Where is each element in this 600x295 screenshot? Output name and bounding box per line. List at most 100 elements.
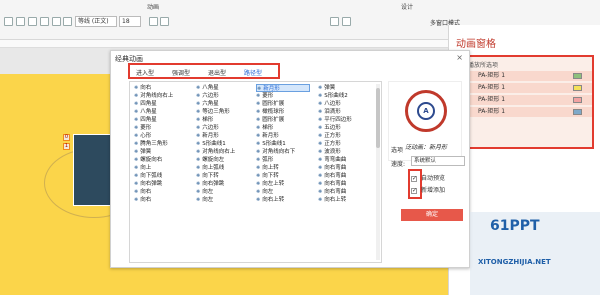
effect-item[interactable]: 心形 (134, 132, 188, 140)
effect-item[interactable]: 向左 (256, 188, 310, 196)
animation-tag-1[interactable]: 1 (63, 143, 70, 150)
effect-item[interactable]: 向右 (134, 196, 188, 204)
effect-item[interactable]: 腾角三角形 (134, 140, 188, 148)
effect-item[interactable]: S形曲线1 (196, 140, 250, 148)
effect-column: 新月形菱形圆形扩展橄榄球形圆形扩展梯形新月形S形曲线1对角线向右下弧形向上转向下… (256, 84, 310, 204)
effect-item[interactable]: 正方形 (318, 140, 372, 148)
new-add-checkbox[interactable] (411, 186, 417, 195)
font-size-select[interactable]: 18 (119, 16, 141, 27)
effect-item[interactable]: 向右上转 (256, 196, 310, 204)
animation-item[interactable]: PA-矩形 1 (464, 107, 592, 117)
effect-item[interactable]: 向下弧线 (134, 172, 188, 180)
effect-item[interactable]: 弧形 (256, 156, 310, 164)
effect-item[interactable]: 向右上转 (318, 196, 372, 204)
effect-item[interactable]: 泪滴形 (318, 108, 372, 116)
effect-item[interactable]: 新月形 (256, 132, 310, 140)
effect-item[interactable]: 螺旋向右 (134, 156, 188, 164)
new-add-option[interactable]: 新增添加 (411, 186, 445, 195)
effect-item[interactable]: 向上弧线 (196, 164, 250, 172)
animation-item[interactable]: PA-矩形 1 (464, 95, 592, 105)
shape-icon[interactable] (52, 17, 61, 26)
shrink-font-icon[interactable] (160, 17, 169, 26)
effect-item[interactable]: 向左 (196, 188, 250, 196)
effect-scroll-thumb[interactable] (376, 88, 380, 148)
auto-preview-checkbox[interactable] (411, 174, 417, 183)
effect-item[interactable]: 六边形 (196, 92, 250, 100)
preview-logo: A (405, 90, 447, 132)
effect-item[interactable]: 弹簧 (318, 84, 372, 92)
reset-icon[interactable] (63, 17, 72, 26)
effect-item[interactable]: 平行四边形 (318, 116, 372, 124)
effect-item[interactable]: 梯形 (196, 116, 250, 124)
effect-item[interactable]: 向右弯曲 (318, 172, 372, 180)
effect-item[interactable]: 向右 (134, 84, 188, 92)
effect-item[interactable]: 六角星 (196, 100, 250, 108)
effect-item[interactable]: 四角星 (134, 116, 188, 124)
grid-icon[interactable] (28, 17, 37, 26)
tab-design[interactable]: 设计 (401, 2, 413, 11)
effect-item[interactable]: S形曲线1 (256, 140, 310, 148)
effect-item[interactable]: 弯弯曲曲 (318, 156, 372, 164)
close-icon[interactable]: × (456, 53, 463, 62)
grow-font-icon[interactable] (149, 17, 158, 26)
effect-item[interactable]: 四角星 (134, 100, 188, 108)
effect-item[interactable]: 圆形扩展 (256, 116, 310, 124)
effect-item[interactable]: 正方形 (318, 132, 372, 140)
layout-icon[interactable] (16, 17, 25, 26)
tab-animation[interactable]: 动画 (147, 2, 159, 11)
effect-item[interactable]: 新月形 (256, 84, 310, 92)
effect-item[interactable]: 八边形 (318, 100, 372, 108)
animation-item-label: PA-矩形 1 (478, 96, 506, 103)
speed-label: 速度: (391, 161, 406, 168)
new-add-label: 新增添加 (421, 187, 446, 194)
effect-item[interactable]: 菱形 (134, 124, 188, 132)
play-selected-button[interactable]: 播放所选项 (468, 60, 498, 69)
effect-item[interactable]: S形曲线2 (318, 92, 372, 100)
effect-item[interactable]: 八角星 (196, 84, 250, 92)
effect-item[interactable]: 向下转 (196, 172, 250, 180)
effect-item[interactable]: 向上 (134, 164, 188, 172)
effect-item[interactable]: 波浪形 (318, 148, 372, 156)
effect-item[interactable]: 梯形 (256, 124, 310, 132)
effect-item[interactable]: 向右弯曲 (318, 180, 372, 188)
effect-item[interactable]: 向右弹跳 (134, 180, 188, 188)
effect-item[interactable]: 橄榄球形 (256, 108, 310, 116)
format-painter-icon[interactable] (4, 17, 13, 26)
effect-item[interactable]: 向右 (134, 188, 188, 196)
animation-list: 播放所选项 1 PA-矩形 1 PA-矩形 1 PA-矩形 1 PA-矩形 1 (456, 55, 594, 149)
list-icon[interactable] (330, 17, 339, 26)
animation-item[interactable]: PA-矩形 1 (464, 83, 592, 93)
effect-item[interactable]: 向右弯曲 (318, 164, 372, 172)
animation-tag-0[interactable]: 0 (63, 134, 70, 141)
effect-item[interactable]: 对角线向右上 (134, 92, 188, 100)
animation-item[interactable]: 1 PA-矩形 1 (464, 71, 592, 81)
tab-exit[interactable]: 退出型 (208, 68, 226, 77)
effect-item[interactable]: 对角线向右下 (256, 148, 310, 156)
effect-item[interactable]: 向右弹跳 (196, 180, 250, 188)
speed-select[interactable]: 系统默认 (411, 156, 465, 166)
effect-item[interactable]: 向左 (196, 196, 250, 204)
effect-item[interactable]: 菱形 (256, 92, 310, 100)
auto-preview-option[interactable]: 自动预览 (411, 174, 445, 183)
effect-item[interactable]: 弹簧 (134, 148, 188, 156)
animation-pane-title: 动画窗格 (456, 39, 496, 50)
effect-item[interactable]: 五边形 (318, 124, 372, 132)
effect-item[interactable]: 向右弯曲 (318, 188, 372, 196)
effect-item[interactable]: 向上转 (256, 164, 310, 172)
ok-button[interactable]: 确定 (401, 209, 463, 221)
tab-entrance[interactable]: 进入型 (136, 68, 154, 77)
effect-item[interactable]: 螺旋向左 (196, 156, 250, 164)
tab-emphasis[interactable]: 强调型 (172, 68, 190, 77)
font-name-select[interactable]: 等线 (正文) (75, 16, 117, 27)
effect-item[interactable]: 向下转 (256, 172, 310, 180)
effect-item[interactable]: 对角线向右上 (196, 148, 250, 156)
align-icon[interactable] (40, 17, 49, 26)
effect-item[interactable]: 新月形 (196, 132, 250, 140)
tab-path[interactable]: 路径型 (244, 68, 262, 77)
effect-item[interactable]: 圆形扩展 (256, 100, 310, 108)
effect-item[interactable]: 六边形 (196, 124, 250, 132)
indent-icon[interactable] (342, 17, 351, 26)
effect-item[interactable]: 向左上转 (256, 180, 310, 188)
effect-item[interactable]: 八角星 (134, 108, 188, 116)
effect-item[interactable]: 等边三角形 (196, 108, 250, 116)
